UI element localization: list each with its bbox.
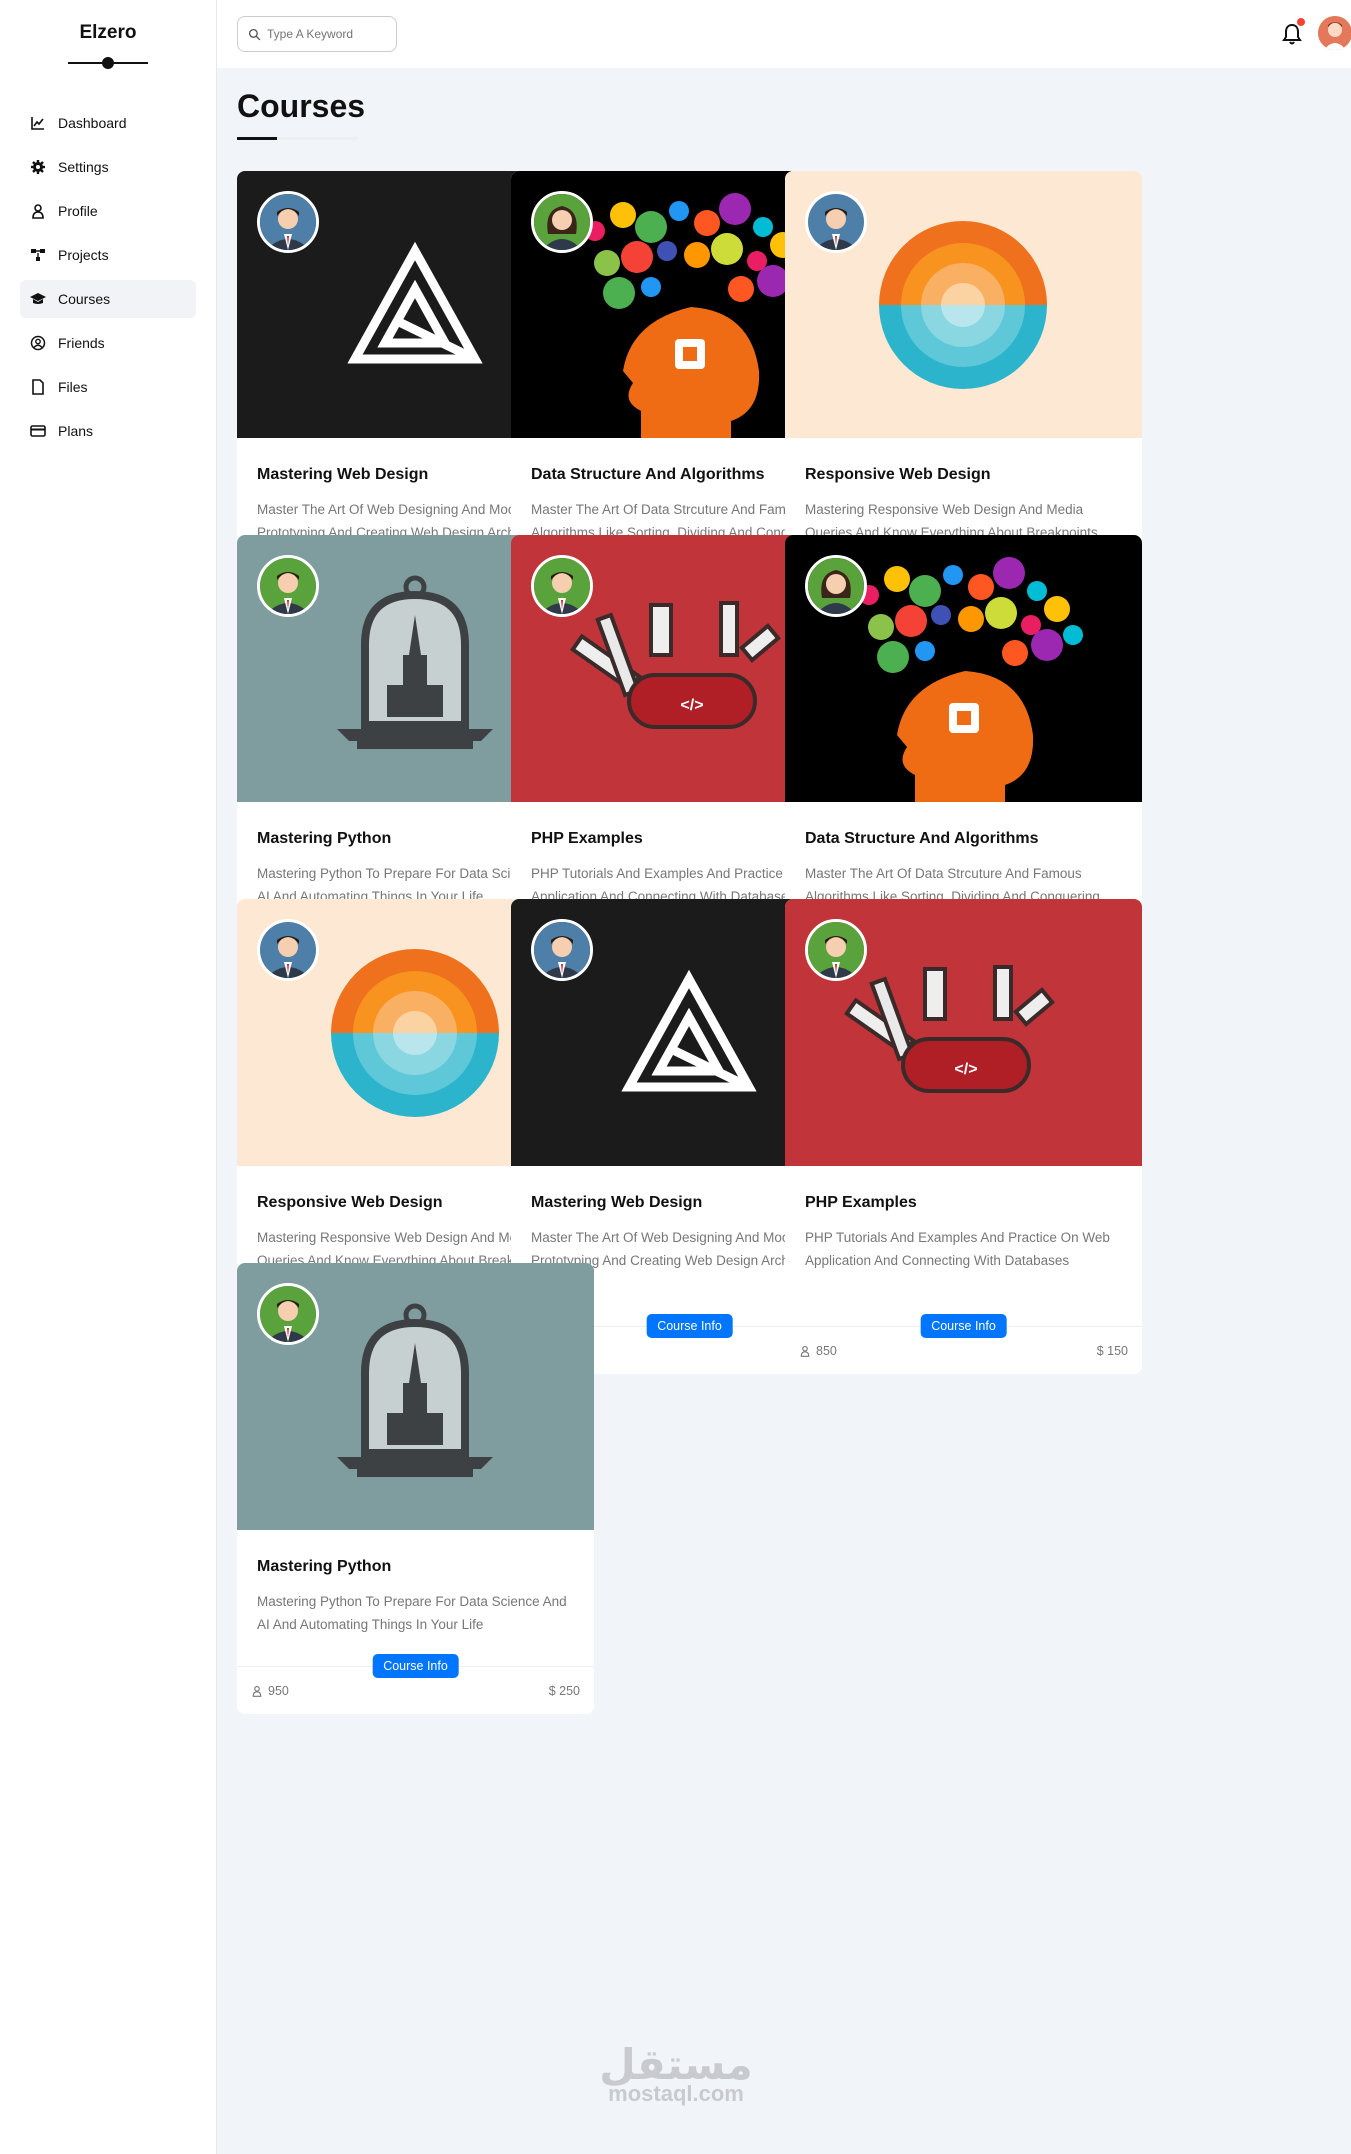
sidebar-item-courses[interactable]: Courses [20,280,196,318]
sidebar-item-plans[interactable]: Plans [20,412,196,450]
course-footer: Course Info 950 $ 250 [237,1654,594,1714]
svg-text:</>: </> [680,697,703,714]
course-description: Mastering Python To Prepare For Data Sci… [257,1594,567,1632]
instructor-avatar [531,191,593,253]
title-underline [237,137,357,140]
circle-user-icon [30,335,46,351]
sidebar-item-friends[interactable]: Friends [20,324,196,362]
sidebar-item-label: Settings [58,159,109,175]
sidebar-item-label: Courses [58,291,111,307]
search-box[interactable] [237,16,397,52]
course-info-button[interactable]: Course Info [372,1654,459,1678]
instructor-avatar [257,919,319,981]
course-description: PHP Tutorials And Examples And Practice … [805,1230,1110,1268]
students-value: 950 [268,1684,289,1698]
notification-dot [1297,18,1305,26]
sidebar-item-label: Plans [58,423,94,439]
course-footer: Course Info 850 $ 150 [785,1314,1142,1374]
top-bar [217,0,1351,68]
course-title: Mastering Python [257,1558,392,1575]
instructor-avatar [531,555,593,617]
sidebar-item-projects[interactable]: Projects [20,236,196,274]
sidebar-item-label: Friends [58,335,105,351]
sidebar: Elzero Dashboard Settings Profile Projects C… [0,0,217,2154]
course-title: PHP Examples [805,1194,917,1211]
sidebar-item-label: Dashboard [58,115,127,131]
search-input[interactable] [267,27,387,41]
course-image [785,535,1142,802]
course-price: $ 250 [548,1684,580,1698]
course-title: Data Structure And Algorithms [805,830,1039,847]
course-info-button[interactable]: Course Info [646,1314,733,1338]
course-image: </> [785,899,1142,1166]
search-icon [248,28,261,40]
instructor-avatar [257,191,319,253]
svg-text:</>: </> [954,1061,977,1078]
students-value: 850 [816,1344,837,1358]
sidebar-item-profile[interactable]: Profile [20,192,196,230]
sidebar-item-settings[interactable]: Settings [20,148,196,186]
sidebar-item-files[interactable]: Files [20,368,196,406]
user-icon [252,1685,262,1697]
instructor-avatar [805,919,867,981]
instructor-avatar [257,555,319,617]
course-card: Mastering Python Mastering Python To Prep… [237,1263,594,1714]
instructor-avatar [805,191,867,253]
credit-card-icon [30,423,46,439]
file-icon [30,379,46,395]
instructor-avatar [257,1283,319,1345]
course-image [785,171,1142,438]
course-price: $ 150 [1096,1344,1128,1358]
graduation-cap-icon [30,291,46,307]
page-title: Courses [237,88,366,124]
sidebar-item-label: Files [58,379,88,395]
sidebar-item-dashboard[interactable]: Dashboard [20,104,196,142]
course-card: </> PHP Examples PHP Tutorials And Example… [785,899,1142,1374]
course-image [237,1263,594,1530]
students-count: 950 [251,1684,289,1698]
user-avatar[interactable] [1318,16,1351,50]
course-info-button[interactable]: Course Info [920,1314,1007,1338]
students-count: 850 [799,1344,837,1358]
brand-logo[interactable]: Elzero [0,22,216,44]
sidebar-item-label: Projects [58,247,109,263]
course-title: Responsive Web Design [805,466,991,483]
instructor-avatar [805,555,867,617]
watermark: مستقل mostaql.com [599,2040,753,2106]
chart-icon [30,115,46,131]
brand-divider [68,57,148,69]
sidebar-nav: Dashboard Settings Profile Projects Courses F… [0,104,216,450]
sidebar-item-label: Profile [58,203,98,219]
gear-icon [30,159,46,175]
user-icon [800,1345,810,1357]
diagram-icon [30,247,46,263]
user-icon [30,203,46,219]
instructor-avatar [531,919,593,981]
